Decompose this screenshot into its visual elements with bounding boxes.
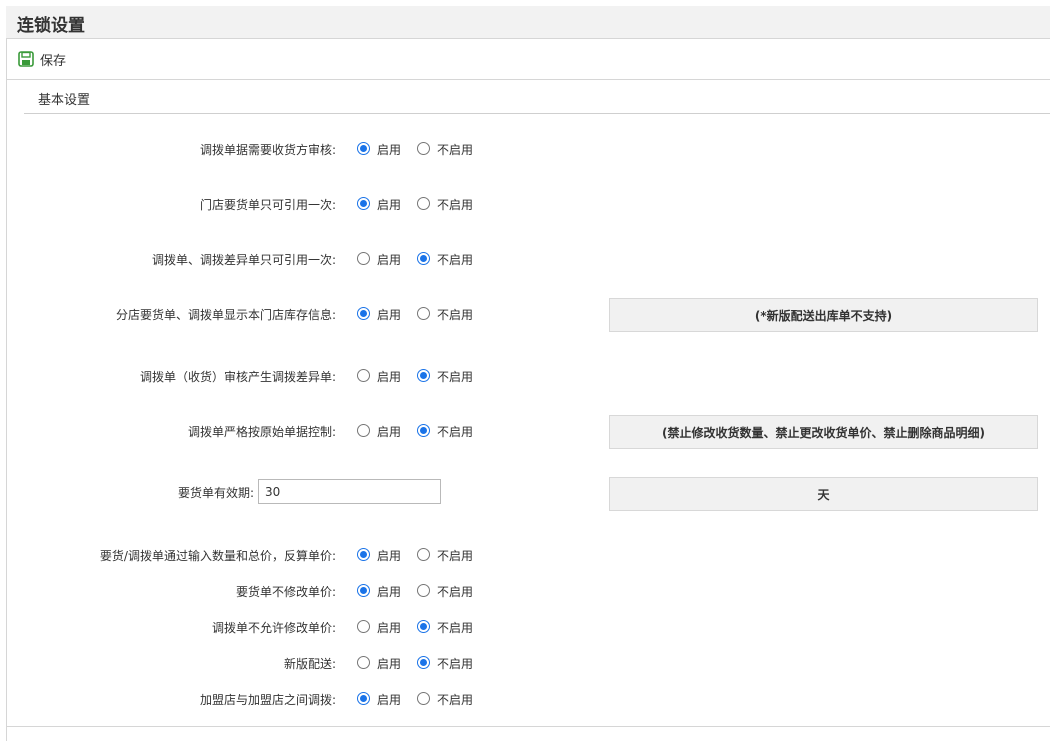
setting-label: 门店要货单只可引用一次: <box>199 198 336 212</box>
radio-disable-label[interactable]: 不启用 <box>437 306 473 323</box>
radio-disable[interactable] <box>417 142 430 155</box>
radio-enable[interactable] <box>357 307 370 320</box>
radio-enable[interactable] <box>357 692 370 705</box>
setting-row-new-delivery: 新版配送: 启用 不启用 <box>0 652 1050 674</box>
save-label: 保存 <box>40 53 67 69</box>
radio-enable[interactable] <box>357 369 370 382</box>
setting-row-request-once: 门店要货单只可引用一次: 启用 不启用 <box>0 193 1050 215</box>
setting-row-transfer-once: 调拨单、调拨差异单只可引用一次: 启用 不启用 <box>0 248 1050 270</box>
radio-enable-label[interactable]: 启用 <box>377 423 401 440</box>
radio-disable[interactable] <box>417 197 430 210</box>
setting-row-diff-on-audit: 调拨单（收货）审核产生调拨差异单: 启用 不启用 <box>0 365 1050 387</box>
validity-unit: 天 <box>609 477 1038 511</box>
radio-disable[interactable] <box>417 252 430 265</box>
setting-row-reverse-price: 要货/调拨单通过输入数量和总价，反算单价: 启用 不启用 <box>0 544 1050 566</box>
radio-enable[interactable] <box>357 197 370 210</box>
radio-disable-label[interactable]: 不启用 <box>437 691 473 708</box>
note-new-delivery-unsupported: (*新版配送出库单不支持) <box>609 298 1038 332</box>
radio-disable[interactable] <box>417 307 430 320</box>
radio-enable-label[interactable]: 启用 <box>377 141 401 158</box>
radio-enable[interactable] <box>357 252 370 265</box>
section-title: 基本设置 <box>38 93 91 108</box>
page-title: 连锁设置 <box>17 16 85 36</box>
setting-row-transfer-no-price-edit: 调拨单不允许修改单价: 启用 不启用 <box>0 616 1050 638</box>
radio-enable[interactable] <box>357 424 370 437</box>
radio-enable[interactable] <box>357 548 370 561</box>
radio-disable-label[interactable]: 不启用 <box>437 423 473 440</box>
toolbar: 保存 <box>6 39 1050 80</box>
radio-enable-label[interactable]: 启用 <box>377 306 401 323</box>
radio-disable[interactable] <box>417 620 430 633</box>
setting-label: 新版配送: <box>283 657 336 671</box>
setting-row-franchise-transfer: 加盟店与加盟店之间调拨: 启用 不启用 <box>0 688 1050 710</box>
radio-enable-label[interactable]: 启用 <box>377 547 401 564</box>
radio-enable-label[interactable]: 启用 <box>377 655 401 672</box>
radio-disable-label[interactable]: 不启用 <box>437 196 473 213</box>
save-icon <box>18 51 34 67</box>
setting-label: 调拨单、调拨差异单只可引用一次: <box>151 253 336 267</box>
radio-enable-label[interactable]: 启用 <box>377 196 401 213</box>
radio-disable[interactable] <box>417 584 430 597</box>
radio-enable[interactable] <box>357 584 370 597</box>
title-bar: 连锁设置 <box>6 6 1050 39</box>
radio-disable-label[interactable]: 不启用 <box>437 583 473 600</box>
radio-disable-label[interactable]: 不启用 <box>437 655 473 672</box>
radio-enable-label[interactable]: 启用 <box>377 691 401 708</box>
radio-enable-label[interactable]: 启用 <box>377 619 401 636</box>
note-strict-control: (禁止修改收货数量、禁止更改收货单价、禁止删除商品明细) <box>609 415 1038 449</box>
radio-enable[interactable] <box>357 620 370 633</box>
validity-label: 要货单有效期: <box>177 486 254 500</box>
bottom-divider <box>6 726 1050 727</box>
radio-disable-label[interactable]: 不启用 <box>437 547 473 564</box>
setting-label: 要货单不修改单价: <box>235 585 336 599</box>
setting-label: 调拨单据需要收货方审核: <box>199 143 336 157</box>
setting-label: 分店要货单、调拨单显示本门店库存信息: <box>115 308 336 322</box>
radio-disable-label[interactable]: 不启用 <box>437 141 473 158</box>
setting-label: 要货/调拨单通过输入数量和总价，反算单价: <box>99 549 336 563</box>
radio-disable-label[interactable]: 不启用 <box>437 251 473 268</box>
setting-row-request-no-price-edit: 要货单不修改单价: 启用 不启用 <box>0 580 1050 602</box>
radio-disable[interactable] <box>417 424 430 437</box>
validity-input[interactable] <box>258 479 441 504</box>
radio-enable[interactable] <box>357 142 370 155</box>
radio-disable-label[interactable]: 不启用 <box>437 619 473 636</box>
setting-row-receiver-audit: 调拨单据需要收货方审核: 启用 不启用 <box>0 138 1050 160</box>
radio-disable[interactable] <box>417 369 430 382</box>
save-button[interactable]: 保存 <box>18 49 66 69</box>
radio-disable[interactable] <box>417 656 430 669</box>
setting-label: 调拨单严格按原始单据控制: <box>187 425 336 439</box>
radio-enable-label[interactable]: 启用 <box>377 251 401 268</box>
setting-label: 加盟店与加盟店之间调拨: <box>199 693 336 707</box>
setting-label: 调拨单（收货）审核产生调拨差异单: <box>139 370 336 384</box>
radio-enable-label[interactable]: 启用 <box>377 368 401 385</box>
radio-disable[interactable] <box>417 548 430 561</box>
radio-enable[interactable] <box>357 656 370 669</box>
section-header: 基本设置 <box>24 80 1050 114</box>
radio-disable-label[interactable]: 不启用 <box>437 368 473 385</box>
radio-enable-label[interactable]: 启用 <box>377 583 401 600</box>
setting-label: 调拨单不允许修改单价: <box>211 621 336 635</box>
radio-disable[interactable] <box>417 692 430 705</box>
